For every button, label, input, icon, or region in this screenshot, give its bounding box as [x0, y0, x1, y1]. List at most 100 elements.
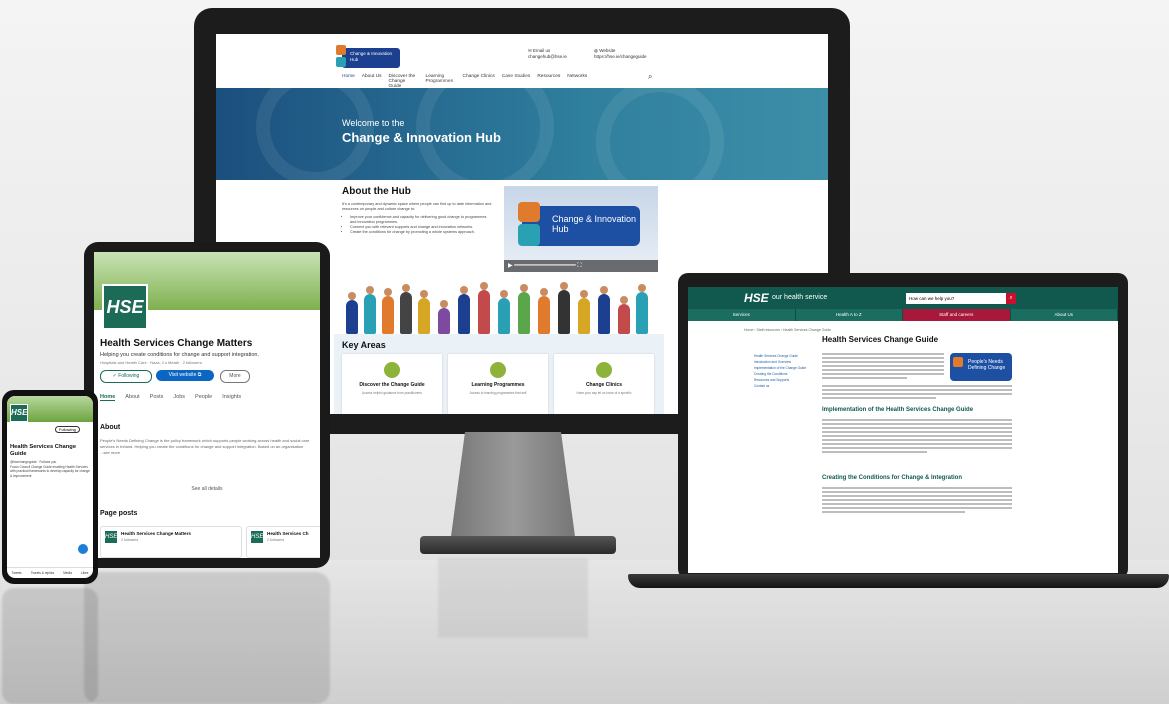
- logo-square-teal: [518, 224, 540, 246]
- menu-health-a-z[interactable]: Health A to Z: [795, 309, 903, 321]
- person-figure: [618, 296, 630, 334]
- section-heading: Creating the Conditions for Change & Int…: [822, 475, 962, 481]
- video-player[interactable]: Change & Innovation Hub ▶ ━━━━━━━━━━━━━━…: [504, 186, 658, 272]
- phone-screen: HSE Following Health Services Change Gui…: [7, 396, 93, 578]
- post-card[interactable]: HSE Health Services Ch 2 followers: [246, 526, 320, 558]
- tab-jobs[interactable]: Jobs: [173, 394, 185, 401]
- body-text: [822, 419, 1012, 455]
- post-author: Health Services Ch: [267, 531, 309, 536]
- tab-tweets[interactable]: Tweets: [12, 568, 22, 578]
- tab-tweets-replies[interactable]: Tweets & replies: [31, 568, 54, 578]
- sidebar-nav: Health Services Change Guide Introductio…: [754, 353, 812, 389]
- video-controls[interactable]: ▶ ━━━━━━━━━━━━━━━━━ ⛶: [504, 260, 658, 272]
- hero-subtitle: Welcome to the: [342, 118, 405, 128]
- body-text: [822, 487, 1012, 515]
- puzzle-icon: [384, 362, 400, 378]
- tablet-reflection: [84, 572, 330, 704]
- hse-tagline: our health service: [772, 294, 828, 301]
- person-figure: [438, 300, 450, 334]
- sidebar-item[interactable]: Contact us: [754, 383, 812, 389]
- post-followers: 2 followers: [267, 538, 285, 542]
- person-figure: [364, 286, 376, 334]
- hero-banner: Welcome to the Change & Innovation Hub: [216, 58, 828, 206]
- see-all-details-link[interactable]: See all details: [94, 486, 320, 492]
- compose-button[interactable]: [78, 544, 88, 554]
- card-change-guide[interactable]: Discover the Change Guide Access helpful…: [342, 354, 442, 414]
- email-contact[interactable]: ✉ Email us changehub@hse.ie: [528, 48, 567, 60]
- about-bullets: Improve your confidence and capacity for…: [350, 215, 492, 235]
- video-logo-text: Change & Innovation Hub: [552, 214, 637, 234]
- person-figure: [418, 290, 430, 334]
- post-followers: 2 followers: [121, 538, 139, 542]
- section-heading: Implementation of the Health Services Ch…: [822, 407, 974, 413]
- video-logo: Change & Innovation Hub: [518, 202, 640, 246]
- person-figure: [458, 286, 470, 334]
- tab-home[interactable]: Home: [100, 394, 116, 401]
- profile-bio-text: Focus Council Change Guide enabling Heal…: [10, 464, 90, 478]
- hse-logo: HSE: [105, 531, 117, 543]
- breadcrumb[interactable]: Home › Staff resources › Health Services…: [744, 328, 831, 332]
- hero-title: Change & Innovation Hub: [342, 130, 501, 145]
- post-card[interactable]: HSE Health Services Change Matters 2 fol…: [100, 526, 242, 558]
- laptop-screen: HSE our health service How can we help y…: [688, 287, 1118, 573]
- tab-people[interactable]: People: [195, 394, 212, 401]
- post-author: Health Services Change Matters: [121, 531, 191, 536]
- card-learning[interactable]: Learning Programmes Access to learning p…: [448, 354, 548, 414]
- more-button[interactable]: More: [220, 370, 250, 383]
- profile-tabs: Tweets Tweets & replies Media Likes: [7, 567, 93, 578]
- tablet-screen: HSE Health Services Change Matters Helpi…: [94, 252, 320, 558]
- tab-about[interactable]: About: [125, 394, 139, 401]
- page-tabs: Home About Posts Jobs People Insights: [100, 394, 241, 401]
- card-clinics[interactable]: Change Clinics Have your say let us know…: [554, 354, 654, 414]
- profile-bio: @hsechangeguide · Follows you Focus Coun…: [10, 460, 90, 478]
- tab-media[interactable]: Media: [63, 568, 72, 578]
- hse-menu: Services Health A to Z Staff and careers…: [688, 309, 1118, 321]
- about-text: It's a contemporary and dynamic space wh…: [342, 202, 492, 235]
- card-description: Access helpful guidance from practitione…: [362, 391, 422, 395]
- about-bullet: Improve your confidence and capacity for…: [350, 215, 492, 225]
- card-label: Discover the Change Guide: [359, 382, 425, 388]
- following-button[interactable]: Following: [55, 426, 80, 433]
- following-button[interactable]: ✓ Following: [100, 370, 152, 383]
- hse-header: HSE our health service How can we help y…: [688, 287, 1118, 309]
- person-figure: [498, 290, 510, 334]
- twitter-banner: HSE: [7, 396, 93, 422]
- hub-logo-text: Change & Innovation Hub: [350, 51, 393, 62]
- about-heading: About: [100, 424, 121, 431]
- hub-logo[interactable]: Change & Innovation Hub: [336, 45, 400, 68]
- tab-insights[interactable]: Insights: [222, 394, 241, 401]
- visit-website-button[interactable]: Visit website ⧉: [156, 370, 214, 381]
- card-description: Have your say let us know of a specific: [576, 391, 632, 395]
- search-input[interactable]: How can we help you?: [906, 293, 1006, 304]
- about-text: People's Needs Defining Change is the po…: [100, 438, 310, 455]
- search-icon[interactable]: ⌕: [1006, 293, 1016, 304]
- intro-text: [822, 353, 944, 381]
- card-label: Change Clinics: [585, 382, 623, 388]
- person-figure: [578, 290, 590, 334]
- network-icon: [490, 362, 506, 378]
- page-posts-heading: Page posts: [100, 510, 138, 517]
- page-meta: Hospitals and Health Care · Naas, Co Mea…: [100, 360, 202, 365]
- about-bullet: Create the conditions for change by prom…: [350, 230, 492, 235]
- monitor-stand: [450, 432, 576, 544]
- laptop-base: [628, 574, 1169, 588]
- page-tagline: Helping you create conditions for change…: [100, 352, 259, 358]
- profile-name: Health Services Change Guide: [10, 444, 77, 457]
- page-name: Health Services Change Matters: [100, 338, 253, 349]
- tablet: HSE Health Services Change Matters Helpi…: [84, 242, 330, 568]
- tab-posts[interactable]: Posts: [150, 394, 164, 401]
- monitor-stand-base: [420, 536, 616, 554]
- menu-about-us[interactable]: About Us: [1010, 309, 1118, 321]
- person-figure: [382, 288, 394, 334]
- person-figure: [636, 284, 648, 334]
- menu-staff-careers[interactable]: Staff and careers: [903, 309, 1011, 321]
- hse-logo[interactable]: HSE: [744, 291, 769, 305]
- hse-logo: HSE: [102, 284, 148, 330]
- website-contact[interactable]: ◍ Website https://hse.ie/changeguide: [594, 48, 647, 60]
- person-figure: [400, 284, 412, 334]
- people-illustration: [346, 282, 656, 334]
- hse-logo: HSE: [10, 404, 28, 422]
- person-figure: [346, 292, 358, 334]
- page-title: Health Services Change Guide: [822, 335, 939, 344]
- menu-services[interactable]: Services: [688, 309, 796, 321]
